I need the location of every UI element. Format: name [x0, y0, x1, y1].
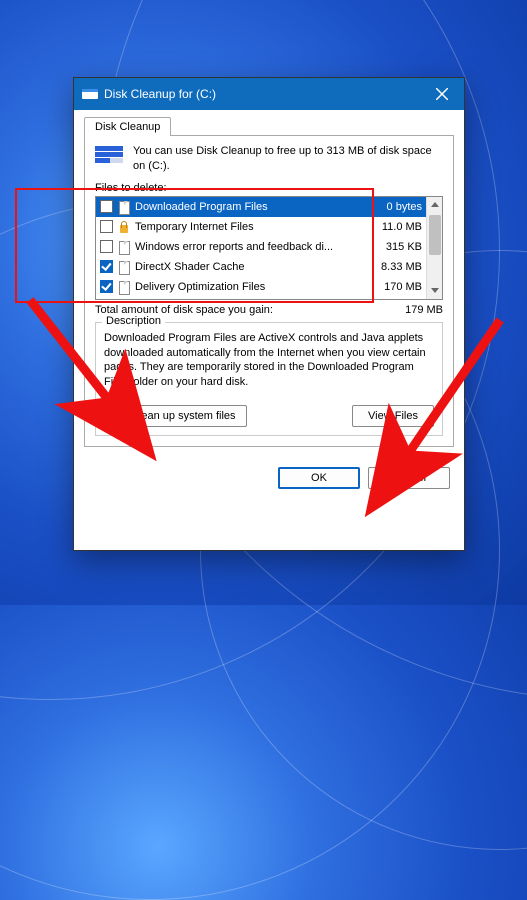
page-icon	[117, 240, 131, 254]
cleanup-system-files-button[interactable]: Clean up system files	[104, 405, 247, 427]
intro-text: You can use Disk Cleanup to free up to 3…	[133, 144, 443, 174]
scroll-thumb[interactable]	[429, 215, 441, 255]
description-group: Description Downloaded Program Files are…	[95, 322, 443, 436]
list-item-size: 0 bytes	[379, 201, 422, 213]
cancel-label: Cancel	[392, 472, 426, 484]
ok-label: OK	[311, 472, 327, 484]
list-item-size: 170 MB	[376, 281, 422, 293]
lock-icon	[117, 220, 131, 234]
description-text: Downloaded Program Files are ActiveX con…	[104, 331, 434, 391]
description-legend: Description	[102, 315, 165, 327]
total-gain-value: 179 MB	[405, 304, 443, 316]
tab-disk-cleanup[interactable]: Disk Cleanup	[84, 117, 171, 136]
disk-cleanup-dialog: Disk Cleanup for (C:) Disk Cleanup You c…	[73, 77, 465, 551]
files-listbox[interactable]: Downloaded Program Files0 bytesTemporary…	[95, 196, 443, 300]
page-icon	[117, 280, 131, 294]
list-item[interactable]: Delivery Optimization Files170 MB	[96, 277, 426, 297]
list-item-checkbox[interactable]	[100, 220, 113, 233]
list-item-size: 8.33 MB	[373, 261, 422, 273]
drive-icon	[95, 146, 123, 168]
title-bar[interactable]: Disk Cleanup for (C:)	[74, 78, 464, 110]
page-icon	[117, 260, 131, 274]
scroll-down-button[interactable]	[427, 283, 442, 299]
listbox-scrollbar[interactable]	[426, 197, 442, 299]
close-icon	[436, 88, 448, 100]
list-item[interactable]: Downloaded Program Files0 bytes	[96, 197, 426, 217]
list-item-checkbox[interactable]	[100, 260, 113, 273]
close-button[interactable]	[422, 78, 462, 110]
disk-cleanup-icon	[82, 86, 98, 102]
cancel-button[interactable]: Cancel	[368, 467, 450, 489]
list-item[interactable]: Temporary Internet Files11.0 MB	[96, 217, 426, 237]
list-item[interactable]: Windows error reports and feedback di...…	[96, 237, 426, 257]
page-icon	[117, 200, 131, 214]
scroll-up-button[interactable]	[427, 197, 442, 213]
list-item-size: 11.0 MB	[374, 221, 422, 233]
cleanup-system-files-label: Clean up system files	[131, 410, 236, 422]
list-item-name: Temporary Internet Files	[135, 221, 374, 233]
ok-button[interactable]: OK	[278, 467, 360, 489]
list-item-name: Downloaded Program Files	[135, 201, 379, 213]
list-item-name: Delivery Optimization Files	[135, 281, 376, 293]
tab-panel: You can use Disk Cleanup to free up to 3…	[84, 135, 454, 447]
list-item-checkbox[interactable]	[100, 280, 113, 293]
list-item-name: Windows error reports and feedback di...	[135, 241, 378, 253]
view-files-button[interactable]: View Files	[352, 405, 434, 427]
list-item-checkbox[interactable]	[100, 240, 113, 253]
window-title: Disk Cleanup for (C:)	[104, 87, 422, 101]
uac-shield-icon	[115, 410, 127, 422]
files-to-delete-label: Files to delete:	[95, 182, 443, 194]
list-item-name: DirectX Shader Cache	[135, 261, 373, 273]
list-item[interactable]: DirectX Shader Cache8.33 MB	[96, 257, 426, 277]
list-item-checkbox[interactable]	[100, 200, 113, 213]
list-item-size: 315 KB	[378, 241, 422, 253]
view-files-label: View Files	[368, 410, 418, 422]
